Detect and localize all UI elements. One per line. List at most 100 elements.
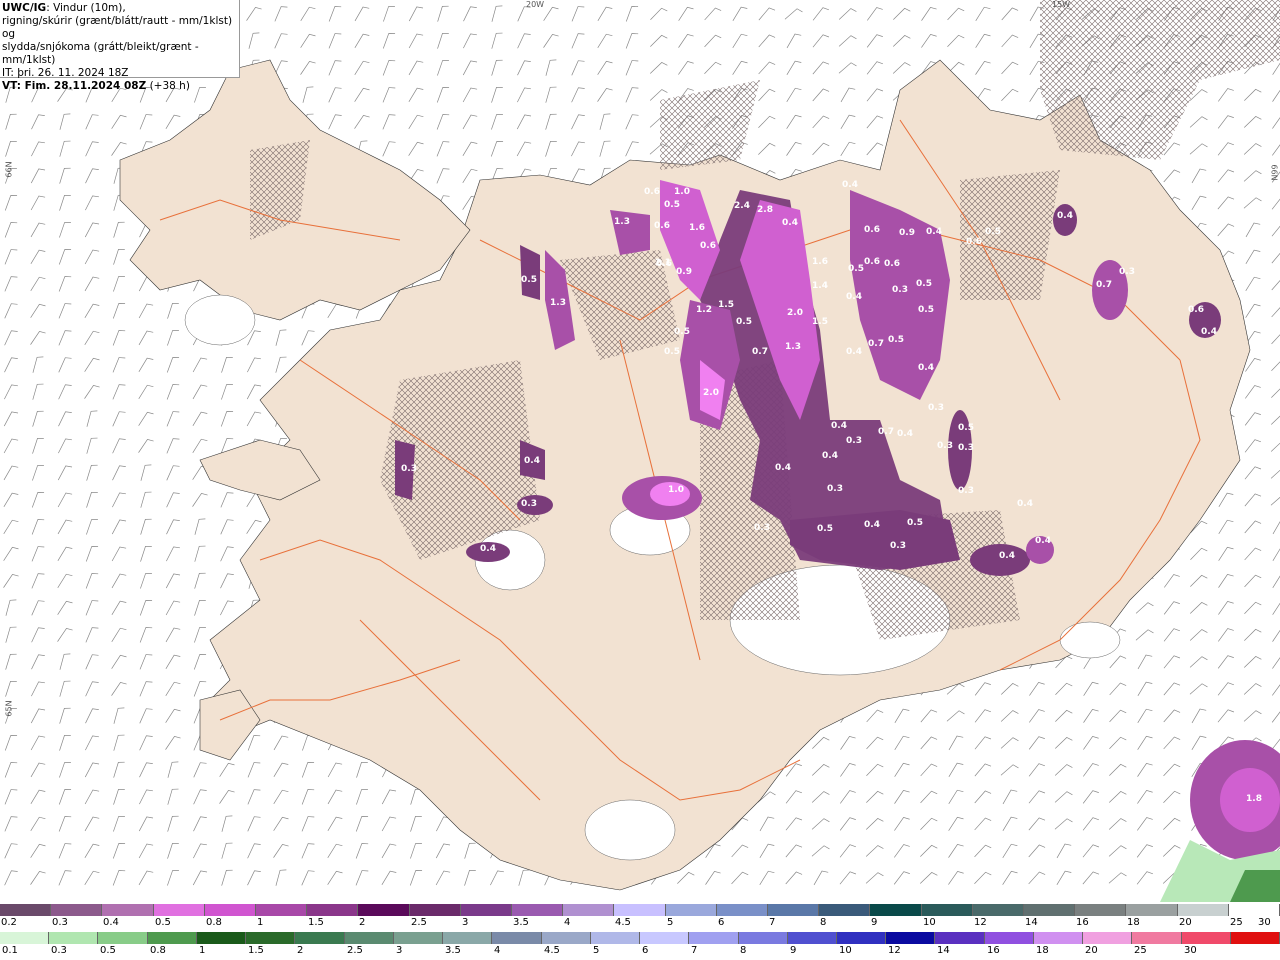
map-value-label: 1.8 bbox=[1246, 794, 1262, 804]
map-value-label: 0.5 bbox=[907, 518, 923, 528]
colorbar-swatch bbox=[460, 904, 513, 916]
map-value-label: 0.5 bbox=[674, 327, 690, 337]
map-value-label: 0.5 bbox=[848, 264, 864, 274]
map-value-label: 0.4 bbox=[524, 456, 540, 466]
colorbar-tick: 4 bbox=[494, 945, 501, 956]
map-value-label: 1.6 bbox=[812, 257, 828, 267]
colorbar-swatch bbox=[147, 932, 197, 944]
map-value-label: 0.4 bbox=[775, 463, 791, 473]
lon-label-20w: 20W bbox=[526, 0, 545, 9]
colorbar-tick: 6 bbox=[642, 945, 649, 956]
colorbar-tick: 14 bbox=[937, 945, 950, 956]
colorbar-swatch bbox=[344, 932, 394, 944]
map-value-label: 0.4 bbox=[480, 544, 496, 554]
snaefellsjokull bbox=[184, 294, 256, 346]
map-value-label: 0.3 bbox=[846, 436, 862, 446]
colorbar-tick: 0.8 bbox=[206, 917, 222, 928]
colorbar-tick: 3.5 bbox=[513, 917, 529, 928]
title-line-3: slydda/snjókoma (grátt/bleikt/grænt - mm… bbox=[2, 41, 199, 66]
map-value-label: 0.3 bbox=[937, 441, 953, 451]
colorbar-tick: 1.5 bbox=[248, 945, 264, 956]
glacier-small bbox=[1059, 621, 1121, 659]
map-value-label: 0.4 bbox=[918, 363, 934, 373]
myrdalsjokull bbox=[584, 799, 676, 861]
model-name: UWC/IG bbox=[2, 2, 47, 14]
colorbar-swatch bbox=[49, 932, 99, 944]
colorbar-tick: 2.5 bbox=[411, 917, 427, 928]
colorbar-swatch bbox=[0, 932, 50, 944]
colorbar-swatch bbox=[640, 932, 690, 944]
map-value-label: 0.6 bbox=[700, 241, 716, 251]
colorbar-swatch bbox=[614, 904, 666, 916]
map-value-label: 0.3 bbox=[928, 403, 944, 413]
map-value-label: 1.3 bbox=[785, 342, 801, 352]
colorbar-tick: 8 bbox=[740, 945, 747, 956]
colorbar-swatch bbox=[870, 904, 922, 916]
map-value-label: 0.7 bbox=[752, 347, 768, 357]
map-value-label: 2.4 bbox=[734, 201, 750, 211]
colorbar-swatch bbox=[689, 932, 739, 944]
colorbar-tick: 9 bbox=[790, 945, 797, 956]
map-value-label: 1.0 bbox=[674, 187, 690, 197]
colorbar-swatch bbox=[153, 904, 205, 916]
colorbar-tick: 0.8 bbox=[150, 945, 166, 956]
colorbar-swatch bbox=[787, 932, 837, 944]
map-value-label: 0.4 bbox=[782, 218, 798, 228]
lat-label-66n-left: 66N bbox=[4, 161, 14, 178]
colorbar-tick: 4.5 bbox=[615, 917, 631, 928]
lat-label-66n-right: 66N bbox=[1269, 164, 1279, 181]
colorbar-tick: 5 bbox=[593, 945, 600, 956]
colorbar-tick: 3 bbox=[396, 945, 403, 956]
colorbar-swatch bbox=[307, 904, 359, 916]
colorbar-tick: 18 bbox=[1036, 945, 1049, 956]
map-value-label: 0.5 bbox=[817, 524, 833, 534]
colorbar-tick: 0.5 bbox=[100, 945, 116, 956]
colorbar-swatch bbox=[716, 904, 769, 916]
map-value-label: 0.4 bbox=[846, 292, 862, 302]
colorbar-snow-ticks: 0.2 0.3 0.4 0.5 0.8 1 1.5 2 2.5 3 3.5 4 4.5 5 6 7 8 9 10 12… bbox=[0, 917, 1280, 931]
map-value-label: 0.5 bbox=[958, 423, 974, 433]
colorbar-tick: 14 bbox=[1025, 917, 1038, 928]
map-value-label: 0.4 bbox=[999, 551, 1015, 561]
colorbar-tick: 30 bbox=[1184, 945, 1197, 956]
colorbar-swatch bbox=[1230, 932, 1280, 944]
colorbar-tick: 25 bbox=[1230, 917, 1243, 928]
map-value-label: 0.3 bbox=[1119, 267, 1135, 277]
map-value-label: 0.4 bbox=[926, 227, 942, 237]
map-value-label: 0.4 bbox=[864, 520, 880, 530]
map-value-label: 0.3 bbox=[401, 464, 417, 474]
map-canvas: 0.60.51.3 0.61.01.60.62.10.92.4 2.80.40.40… bbox=[0, 0, 1280, 902]
map-value-label: 1.2 bbox=[696, 305, 712, 315]
map-value-label: 0.4 bbox=[831, 421, 847, 431]
map-value-label: 0.5 bbox=[888, 335, 904, 345]
colorbar-tick: 25 bbox=[1134, 945, 1147, 956]
map-value-label: 0.4 bbox=[1035, 536, 1051, 546]
map-value-label: 0.6 bbox=[884, 259, 900, 269]
colorbar-tick: 12 bbox=[888, 945, 901, 956]
map-value-label: 0.4 bbox=[1017, 499, 1033, 509]
map-value-label: 0.7 bbox=[868, 339, 884, 349]
colorbar-swatch bbox=[358, 904, 410, 916]
colorbar-swatch bbox=[1024, 904, 1076, 916]
valid-time-offset: (+38 h) bbox=[146, 80, 190, 92]
colorbar-tick: 7 bbox=[769, 917, 776, 928]
map-value-label: 0.4 bbox=[1201, 327, 1217, 337]
map-value-label: 0.7 bbox=[1096, 280, 1112, 290]
colorbar-tick: 3.5 bbox=[445, 945, 461, 956]
colorbar-tick: 0.5 bbox=[155, 917, 171, 928]
colorbar-swatch bbox=[196, 932, 247, 944]
title-line-1: UWC/IG: Vindur (10m), bbox=[2, 2, 239, 15]
colorbar-swatch bbox=[492, 932, 542, 944]
colorbar-swatch bbox=[1083, 932, 1133, 944]
colorbar-swatch bbox=[295, 932, 345, 944]
colorbar-swatch bbox=[972, 904, 1025, 916]
colorbar-tick: 0.2 bbox=[1, 917, 17, 928]
colorbar-swatch bbox=[590, 932, 641, 944]
colorbar-swatch bbox=[256, 904, 308, 916]
title-line-2: rigning/skúrir (grænt/blátt/rautt - mm/1… bbox=[2, 15, 233, 40]
map-value-label: 0.4 bbox=[1057, 211, 1073, 221]
colorbar-swatch bbox=[1228, 904, 1280, 916]
colorbar-tick: 0.3 bbox=[51, 945, 67, 956]
colorbar-snow bbox=[0, 904, 1280, 916]
colorbar-swatch bbox=[935, 932, 985, 944]
